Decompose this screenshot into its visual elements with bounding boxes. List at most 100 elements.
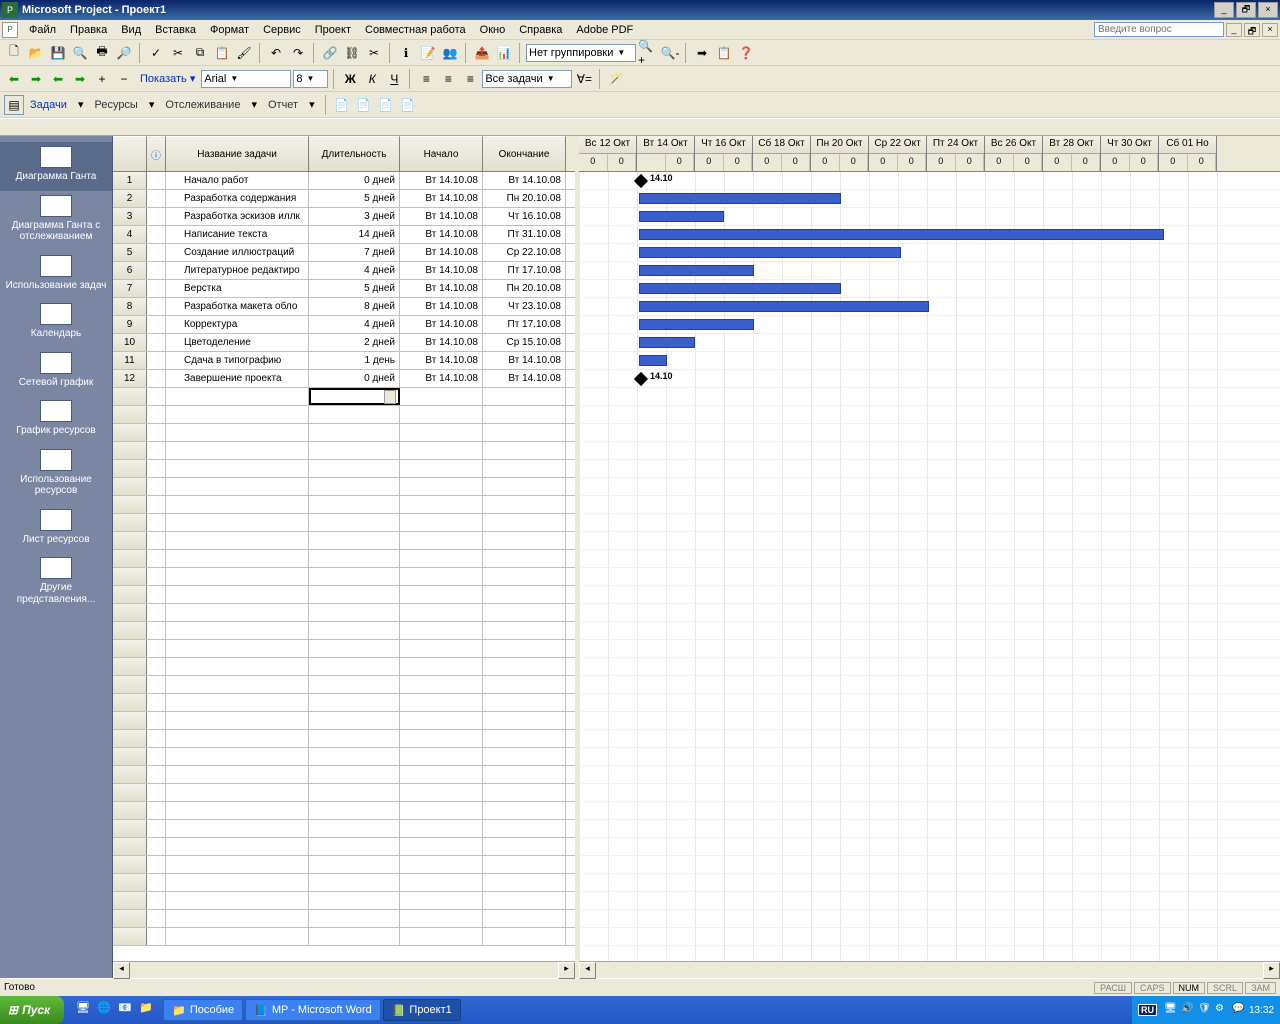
finish-cell[interactable]: Вт 14.10.08 — [483, 352, 566, 369]
paste-icon[interactable]: 📋 — [212, 43, 232, 63]
back-icon[interactable]: ⬅ — [4, 69, 24, 89]
align-right-icon[interactable]: ≡ — [460, 69, 480, 89]
table-row[interactable]: 7Верстка5 днейВт 14.10.08Пн 20.10.08 — [113, 280, 575, 298]
name-col-header[interactable]: Название задачи — [166, 136, 309, 171]
ql-show-desktop-icon[interactable]: 🖥 — [76, 1001, 94, 1019]
gantt-row[interactable] — [579, 568, 1280, 586]
save-icon[interactable]: 💾 — [48, 43, 68, 63]
row-number[interactable]: 10 — [113, 334, 147, 351]
row-number[interactable]: 1 — [113, 172, 147, 189]
duration-cell[interactable]: 1 день — [309, 352, 400, 369]
timescale-col[interactable]: Вс 12 Окт00 — [579, 136, 637, 171]
row-number[interactable] — [113, 658, 147, 675]
autofilter-icon[interactable]: ∀= — [574, 69, 594, 89]
table-row[interactable] — [113, 676, 575, 694]
menu-совместная работа[interactable]: Совместная работа — [358, 22, 473, 38]
gantt-row[interactable] — [579, 406, 1280, 424]
task-name-cell[interactable]: Литературное редактиро — [166, 262, 309, 279]
gantt-row[interactable] — [579, 244, 1280, 262]
gantt-bar[interactable] — [639, 211, 724, 222]
timescale-col[interactable]: Чт 30 Окт00 — [1101, 136, 1159, 171]
bold-icon[interactable]: Ж — [340, 69, 360, 89]
ql-app-icon[interactable]: 📧 — [118, 1001, 136, 1019]
info-cell[interactable] — [147, 190, 166, 207]
menu-формат[interactable]: Формат — [203, 22, 256, 38]
start-col-header[interactable]: Начало — [400, 136, 483, 171]
table-row[interactable]: 6Литературное редактиро4 днейВт 14.10.08… — [113, 262, 575, 280]
view-item[interactable]: Лист ресурсов — [0, 505, 112, 554]
help-icon[interactable]: ❓ — [736, 43, 756, 63]
unlink-icon[interactable]: ⛓ — [342, 43, 362, 63]
scroll-track[interactable] — [596, 962, 1263, 978]
link-icon[interactable]: 🔗 — [320, 43, 340, 63]
outdent-icon[interactable]: ⬅ — [48, 69, 68, 89]
font-combo[interactable]: Arial▼ — [201, 70, 291, 88]
search-icon[interactable]: 🔍 — [70, 43, 90, 63]
new-icon[interactable]: 🗋 — [4, 43, 24, 63]
gantt-row[interactable] — [579, 334, 1280, 352]
undo-icon[interactable]: ↶ — [266, 43, 286, 63]
row-number[interactable]: 6 — [113, 262, 147, 279]
row-number[interactable] — [113, 568, 147, 585]
gantt-row[interactable] — [579, 856, 1280, 874]
view-item[interactable]: График ресурсов — [0, 396, 112, 445]
table-row[interactable]: 2Разработка содержания5 днейВт 14.10.08П… — [113, 190, 575, 208]
table-row[interactable] — [113, 784, 575, 802]
format-painter-icon[interactable]: 🖌 — [234, 43, 254, 63]
row-number[interactable] — [113, 640, 147, 657]
gantt-row[interactable] — [579, 424, 1280, 442]
info-cell[interactable] — [147, 244, 166, 261]
split-icon[interactable]: ✂ — [364, 43, 384, 63]
row-number[interactable] — [113, 388, 147, 405]
redo-icon[interactable]: ↷ — [288, 43, 308, 63]
gantt-row[interactable]: 14.10 — [579, 370, 1280, 388]
row-number[interactable] — [113, 532, 147, 549]
table-row[interactable] — [113, 892, 575, 910]
row-number[interactable] — [113, 676, 147, 693]
row-number[interactable]: 2 — [113, 190, 147, 207]
gantt-row[interactable] — [579, 262, 1280, 280]
scroll-left-button[interactable]: ◂ — [579, 962, 596, 979]
gantt-row[interactable] — [579, 820, 1280, 838]
table-row[interactable] — [113, 478, 575, 496]
gantt-row[interactable] — [579, 478, 1280, 496]
copy-icon[interactable]: ⧉ — [190, 43, 210, 63]
pdf-toolbar-icon[interactable]: 📄 — [398, 95, 418, 115]
start-cell[interactable]: Вт 14.10.08 — [400, 334, 483, 351]
gantt-bar[interactable] — [639, 319, 754, 330]
duration-cell[interactable]: 3 дней — [309, 208, 400, 225]
resources-link[interactable]: Ресурсы — [90, 99, 141, 111]
row-number[interactable]: 4 — [113, 226, 147, 243]
taskbar-task[interactable]: 📗Проект1 — [383, 999, 461, 1021]
finish-cell[interactable]: Чт 23.10.08 — [483, 298, 566, 315]
underline-icon[interactable]: Ч — [384, 69, 404, 89]
task-name-cell[interactable]: Разработка эскизов иллк — [166, 208, 309, 225]
fontsize-combo[interactable]: 8▼ — [293, 70, 328, 88]
timescale-col[interactable]: Сб 01 Но00 — [1159, 136, 1217, 171]
finish-cell[interactable]: Вт 14.10.08 — [483, 172, 566, 189]
info-cell[interactable] — [147, 334, 166, 351]
task-name-cell[interactable]: Корректура — [166, 316, 309, 333]
row-number[interactable] — [113, 928, 147, 945]
view-item[interactable]: Сетевой график — [0, 348, 112, 397]
table-row[interactable] — [113, 838, 575, 856]
restore-button[interactable]: 🗗 — [1236, 2, 1256, 18]
row-number[interactable] — [113, 748, 147, 765]
table-row[interactable]: 9Корректура4 днейВт 14.10.08Пт 17.10.08 — [113, 316, 575, 334]
duration-cell[interactable]: 5 дней — [309, 280, 400, 297]
table-row[interactable] — [113, 550, 575, 568]
start-cell[interactable]: Вт 14.10.08 — [400, 352, 483, 369]
gantt-bar[interactable] — [639, 283, 841, 294]
table-row[interactable] — [113, 532, 575, 550]
gantt-row[interactable] — [579, 874, 1280, 892]
finish-cell[interactable]: Пн 20.10.08 — [483, 190, 566, 207]
finish-cell[interactable]: Чт 16.10.08 — [483, 208, 566, 225]
info-col-header[interactable]: ⓘ — [147, 136, 166, 171]
pdf-review-icon[interactable]: 📄 — [376, 95, 396, 115]
view-item[interactable]: Диаграмма Ганта — [0, 142, 112, 191]
finish-cell[interactable]: Пт 17.10.08 — [483, 262, 566, 279]
gantt-row[interactable] — [579, 280, 1280, 298]
start-cell[interactable]: Вт 14.10.08 — [400, 262, 483, 279]
cut-icon[interactable]: ✂ — [168, 43, 188, 63]
grouping-combo[interactable]: Нет группировки▼ — [526, 44, 636, 62]
